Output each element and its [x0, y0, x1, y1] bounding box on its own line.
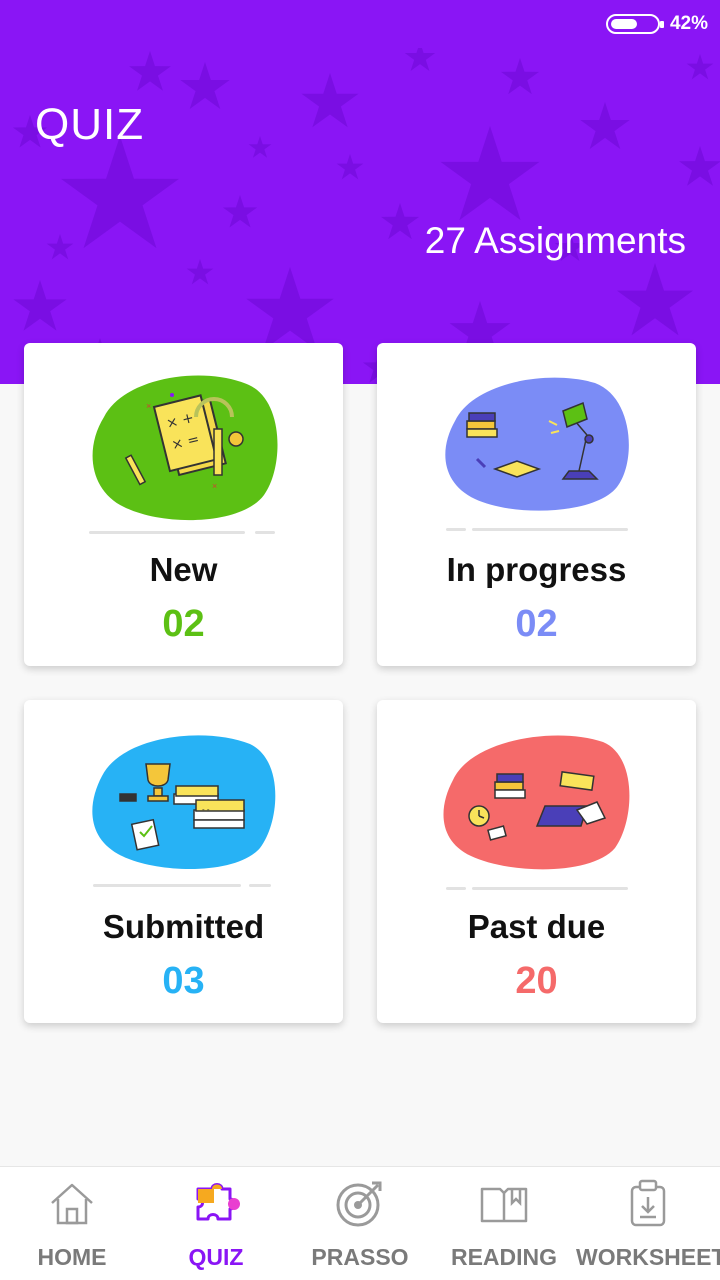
card-count: 20	[515, 960, 558, 1002]
nav-label: WORKSHEET	[576, 1244, 720, 1270]
bottom-navigation: HOME QUIZ PRASSO READING WORKSHEET	[0, 1166, 720, 1280]
clock-books-illustration	[442, 735, 629, 870]
in-progress-card[interactable]: In progress 02	[377, 343, 696, 666]
book-icon	[480, 1187, 528, 1223]
svg-text:- -: - -	[202, 805, 210, 814]
card-count: 03	[162, 960, 205, 1002]
nav-item-reading[interactable]: READING	[432, 1167, 576, 1280]
card-count: 02	[515, 603, 558, 645]
card-count: 02	[162, 603, 205, 645]
target-icon	[336, 1181, 382, 1227]
past-due-card[interactable]: Past due 20	[377, 700, 696, 1023]
star-pattern-background	[12, 48, 720, 384]
nav-label: PRASSO	[311, 1244, 409, 1270]
clipboard-download-icon	[630, 1179, 666, 1227]
nav-item-quiz[interactable]: QUIZ	[144, 1167, 288, 1280]
divider-lines	[445, 887, 628, 890]
divider-lines	[445, 528, 628, 531]
assignment-count: 27 Assignments	[424, 220, 686, 261]
card-label: Submitted	[102, 908, 265, 945]
puzzle-icon	[196, 1183, 240, 1221]
nav-label: READING	[450, 1244, 558, 1270]
submitted-card[interactable]: - - Submitted 03	[24, 700, 343, 1023]
books-lamp-illustration	[444, 377, 629, 511]
nav-item-prasso[interactable]: PRASSO	[288, 1167, 432, 1280]
nav-label: QUIZ	[188, 1244, 244, 1270]
battery-icon	[606, 14, 664, 34]
nav-label: HOME	[37, 1244, 107, 1270]
new-card[interactable]: × + × = × × New 02	[24, 343, 343, 666]
battery-percent: 42%	[669, 13, 708, 34]
svg-text:×: ×	[212, 481, 217, 491]
card-label: In progress	[446, 551, 627, 588]
card-label: New	[149, 551, 218, 588]
svg-text:×: ×	[146, 401, 151, 411]
nav-item-home[interactable]: HOME	[0, 1167, 144, 1280]
quiz-header: QUIZ 27 Assignments	[0, 48, 720, 384]
math-notebook-illustration: × + × = × ×	[92, 375, 278, 521]
page-title: QUIZ	[35, 100, 145, 149]
divider-lines	[92, 884, 271, 887]
nav-item-worksheet[interactable]: WORKSHEET	[576, 1167, 720, 1280]
divider-lines	[88, 531, 275, 534]
trophy-books-illustration: - -	[91, 735, 275, 870]
home-icon	[51, 1183, 93, 1225]
card-label: Past due	[467, 908, 606, 945]
status-bar: 42%	[0, 0, 720, 48]
